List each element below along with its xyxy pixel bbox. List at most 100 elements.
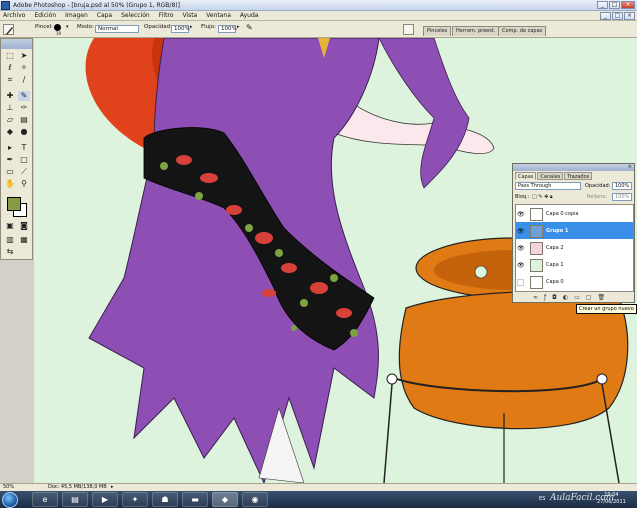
quickmask-mode-icon[interactable]: ◙ xyxy=(18,221,30,231)
media-player-icon[interactable]: ▶ xyxy=(92,492,118,507)
clock-time: 19:04 xyxy=(604,492,619,498)
screen-mode-icon[interactable]: ▥ xyxy=(4,235,16,245)
layer-style-icon[interactable]: ƒ xyxy=(544,294,546,301)
mode-select[interactable]: Normal xyxy=(95,25,139,33)
menu-ventana[interactable]: Ventana xyxy=(206,12,231,20)
status-menu-icon[interactable]: ▸ xyxy=(111,484,114,491)
menu-archivo[interactable]: Archivo xyxy=(3,12,25,20)
start-button[interactable] xyxy=(2,492,18,508)
layers-close-icon[interactable]: × xyxy=(628,164,632,170)
document-info[interactable]: Doc: 45,5 MB/138,0 MB xyxy=(48,484,107,491)
ie-icon[interactable]: e xyxy=(32,492,58,507)
app3-icon[interactable]: ▬ xyxy=(182,492,208,507)
layer-thumbnail xyxy=(530,242,543,255)
history-brush-icon[interactable]: ✑ xyxy=(18,103,30,113)
zoom-icon[interactable]: ⚲ xyxy=(18,179,30,189)
app2-icon[interactable]: ☗ xyxy=(152,492,178,507)
adjustment-layer-icon[interactable]: ◐ xyxy=(563,294,568,301)
doc-close-button[interactable]: × xyxy=(624,12,635,20)
link-layers-icon[interactable]: ∞ xyxy=(533,294,538,301)
layers-panel-titlebar[interactable]: × xyxy=(513,164,634,171)
menu-capa[interactable]: Capa xyxy=(97,12,112,20)
opacity-slider-icon[interactable]: ▸ xyxy=(190,24,193,30)
doc-minimize-button[interactable]: _ xyxy=(600,12,611,20)
brush-icon[interactable]: ✎ xyxy=(18,91,30,101)
minimize-button[interactable]: _ xyxy=(597,1,608,9)
window-controls: _ □ × xyxy=(597,1,635,9)
chrome-icon[interactable]: ◉ xyxy=(242,492,268,507)
magic-wand-icon[interactable]: ✧ xyxy=(18,63,30,73)
menu-edicion[interactable]: Edición xyxy=(34,12,56,20)
tab-canales[interactable]: Canales xyxy=(537,172,564,180)
eraser-icon[interactable]: ▱ xyxy=(4,115,16,125)
layers-panel: × Capas Canales Trazados Pass Through Op… xyxy=(512,163,635,303)
tab-capas[interactable]: Capas xyxy=(515,172,537,180)
file-browser-icon[interactable] xyxy=(403,24,414,35)
visibility-eye-icon[interactable]: 👁︎ xyxy=(517,211,525,218)
layer-name: Capa 0 xyxy=(546,279,564,285)
clock-date: 27/06/2011 xyxy=(597,499,626,505)
fullscreen-mode-icon[interactable]: ▦ xyxy=(18,235,30,245)
blur-icon[interactable]: ◆ xyxy=(4,127,16,137)
system-clock[interactable]: 19:04 27/06/2011 xyxy=(597,492,626,506)
flow-field[interactable]: 100% xyxy=(218,25,237,33)
healing-icon[interactable]: ✚ xyxy=(4,91,16,101)
layer-row-capa-0[interactable]: Capa 0 xyxy=(516,273,633,291)
opacity-field[interactable]: 100% xyxy=(171,25,190,33)
shape-icon[interactable]: □ xyxy=(18,155,30,165)
close-button[interactable]: × xyxy=(621,1,635,9)
visibility-toggle[interactable] xyxy=(517,279,524,286)
foreground-color-swatch[interactable] xyxy=(7,197,21,211)
menu-seleccion[interactable]: Selección xyxy=(121,12,150,20)
slice-icon[interactable]: ∕ xyxy=(18,75,30,85)
palette-tab-pinceles[interactable]: Pinceles xyxy=(423,26,452,36)
brush-dropdown-icon[interactable]: ▾ xyxy=(66,24,69,30)
layer-mask-icon[interactable]: ◘ xyxy=(552,294,557,301)
gradient-icon[interactable]: ▤ xyxy=(18,115,30,125)
new-layer-icon[interactable]: ▢ xyxy=(586,294,592,301)
brush-tip-icon[interactable] xyxy=(54,24,61,31)
app-icon[interactable]: ✦ xyxy=(122,492,148,507)
language-indicator[interactable]: ES xyxy=(539,496,545,502)
standard-mode-icon[interactable]: ▣ xyxy=(4,221,16,231)
delete-layer-icon[interactable]: 🗑︎ xyxy=(597,294,605,301)
new-group-icon[interactable]: ▭ xyxy=(574,294,580,301)
maximize-button[interactable]: □ xyxy=(609,1,620,9)
blend-mode-select[interactable]: Pass Through xyxy=(515,182,581,190)
toolbox-grip[interactable] xyxy=(1,39,32,49)
palette-tab-herramientas[interactable]: Herram. preest. xyxy=(452,26,500,36)
dodge-icon[interactable]: ● xyxy=(18,127,30,137)
explorer-icon[interactable]: ▤ xyxy=(62,492,88,507)
type-icon[interactable]: T xyxy=(18,143,30,153)
move-icon[interactable]: ➤ xyxy=(18,51,30,61)
imageready-icon[interactable]: ⇆ xyxy=(4,247,16,257)
fill-field[interactable]: 100% xyxy=(612,193,632,201)
airbrush-icon[interactable]: ✎ xyxy=(246,23,253,32)
photoshop-taskbar-icon[interactable]: ◆ xyxy=(212,492,238,507)
menu-imagen[interactable]: Imagen xyxy=(65,12,88,20)
zoom-level[interactable]: 50% xyxy=(3,484,14,491)
marquee-icon[interactable]: ⬚ xyxy=(4,51,16,61)
menu-filtro[interactable]: Filtro xyxy=(159,12,174,20)
menu-vista[interactable]: Vista xyxy=(182,12,197,20)
hand-icon[interactable]: ✋ xyxy=(4,179,16,189)
brush-preset-icon[interactable] xyxy=(3,24,14,35)
cauldron-leg-left xyxy=(383,383,393,483)
palette-tab-composiciones[interactable]: Comp. de capas xyxy=(498,26,547,36)
visibility-eye-icon[interactable]: 👁︎ xyxy=(517,245,525,252)
pen-icon[interactable]: ✒ xyxy=(4,155,16,165)
menu-ayuda[interactable]: Ayuda xyxy=(240,12,259,20)
crop-icon[interactable]: ⌗ xyxy=(4,75,16,85)
tab-trazados[interactable]: Trazados xyxy=(564,172,593,180)
lock-icons[interactable]: □ ✎ ✥ 🔒︎ xyxy=(532,194,553,200)
eyedropper-icon[interactable]: ⟋ xyxy=(18,167,30,177)
flow-slider-icon[interactable]: ▸ xyxy=(237,24,240,30)
doc-maximize-button[interactable]: □ xyxy=(612,12,623,20)
lasso-icon[interactable]: ℓ xyxy=(4,63,16,73)
notes-icon[interactable]: ▭ xyxy=(4,167,16,177)
visibility-eye-icon[interactable]: 👁︎ xyxy=(517,262,525,269)
layer-opacity-field[interactable]: 100% xyxy=(612,182,632,190)
stamp-icon[interactable]: ⊥ xyxy=(4,103,16,113)
path-select-icon[interactable]: ▸ xyxy=(4,143,16,153)
visibility-eye-icon[interactable]: 👁︎ xyxy=(517,228,525,235)
